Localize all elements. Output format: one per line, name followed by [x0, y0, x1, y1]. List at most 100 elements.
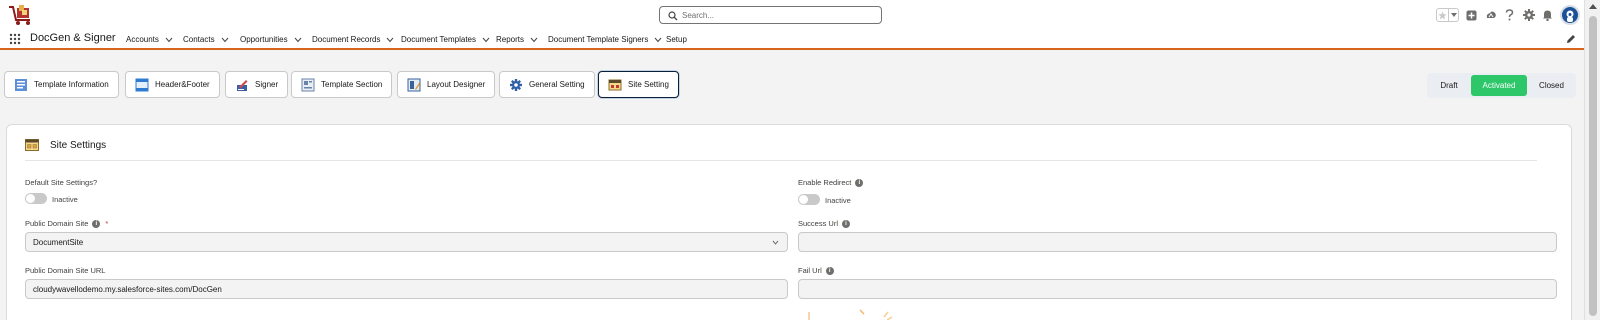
chevron-down-icon[interactable]: [221, 37, 229, 43]
nav-item-label: Document Templates: [401, 35, 476, 44]
success-url-field[interactable]: [798, 232, 1557, 252]
chevron-down-icon: [772, 240, 779, 245]
layout-designer-icon: [407, 78, 421, 91]
tab-site-setting[interactable]: Site Setting: [598, 71, 679, 98]
signer-icon: [237, 79, 248, 91]
nav-item-contacts[interactable]: Contacts: [183, 35, 229, 44]
site-settings-card: Site Settings Default Site Settings? Ina…: [6, 124, 1572, 320]
public-domain-site-url-label: Public Domain Site URL: [25, 266, 105, 275]
public-domain-site-select[interactable]: DocumentSite: [25, 232, 788, 252]
chevron-down-icon[interactable]: [165, 37, 173, 43]
nav-item-document-records[interactable]: Document Records: [312, 35, 394, 44]
global-search-input[interactable]: Search...: [659, 6, 882, 24]
favorite-star-icon[interactable]: [1437, 9, 1448, 21]
field-label-text: Public Domain Site URL: [25, 266, 106, 275]
enable-redirect-state: Inactive: [825, 196, 851, 205]
page-scrollbar[interactable]: [1584, 0, 1600, 320]
template-status-group: Draft Activated Closed: [1427, 73, 1576, 98]
info-icon[interactable]: i: [92, 219, 101, 228]
scroll-up-arrow-icon[interactable]: [1589, 4, 1597, 9]
card-title: Site Settings: [50, 139, 107, 151]
nav-item-document-template-signers[interactable]: Document Template Signers: [548, 35, 662, 44]
tab-label: Template Section: [321, 80, 383, 89]
header-actions: [1436, 5, 1580, 25]
info-icon[interactable]: i: [825, 266, 834, 275]
trailhead-icon[interactable]: [1484, 9, 1497, 22]
edit-nav-pencil-icon[interactable]: [1566, 34, 1576, 44]
select-value: DocumentSite: [33, 237, 84, 247]
field-label-text: Default Site Settings?: [25, 178, 98, 187]
status-draft-button[interactable]: Draft: [1427, 75, 1471, 96]
success-url-label: Success Url i: [798, 219, 851, 228]
tab-layout-designer[interactable]: Layout Designer: [397, 71, 496, 98]
info-icon[interactable]: i: [855, 178, 864, 187]
field-label-text: Public Domain Site: [25, 219, 89, 228]
nav-item-label: Document Records: [312, 35, 381, 44]
chevron-down-icon[interactable]: [482, 37, 490, 43]
nav-item-setup[interactable]: Setup: [666, 35, 687, 44]
template-section-icon: [301, 78, 315, 91]
card-header: Site Settings: [25, 136, 1537, 161]
tab-template-information[interactable]: Template Information: [4, 71, 119, 98]
enable-redirect-label: Enable Redirect i: [798, 178, 864, 187]
chevron-down-icon[interactable]: [386, 37, 394, 43]
fail-url-field[interactable]: [798, 279, 1557, 299]
nav-item-document-templates[interactable]: Document Templates: [401, 35, 490, 44]
fail-url-label: Fail Url i: [798, 266, 834, 275]
tab-general-setting[interactable]: General Setting: [499, 71, 595, 98]
search-placeholder: Search...: [682, 11, 715, 20]
status-closed-button[interactable]: Closed: [1527, 75, 1576, 96]
site-setting-icon: [608, 79, 622, 90]
cart-logo-icon[interactable]: [8, 3, 34, 27]
public-domain-site-label: Public Domain Site i *: [25, 219, 108, 228]
nav-item-label: Contacts: [183, 35, 215, 44]
field-label-text: Fail Url: [798, 266, 822, 275]
default-site-settings-label: Default Site Settings?: [25, 178, 97, 187]
nav-item-label: Reports: [496, 35, 525, 44]
tab-label: Signer: [255, 80, 279, 89]
tab-label: Header&Footer: [155, 80, 210, 89]
field-label-text: Enable Redirect: [798, 178, 852, 187]
input-value: cloudywavellodemo.my.salesforce-sites.co…: [33, 284, 222, 294]
scrollbar-thumb[interactable]: [1589, 16, 1597, 316]
user-avatar[interactable]: [1560, 5, 1580, 25]
nav-item-opportunities[interactable]: Opportunities: [240, 35, 302, 44]
nav-item-label: Opportunities: [240, 35, 288, 44]
nav-item-label: Accounts: [126, 35, 159, 44]
public-domain-site-url-field[interactable]: cloudywavellodemo.my.salesforce-sites.co…: [25, 279, 788, 299]
chevron-down-icon[interactable]: [654, 37, 662, 43]
nav-item-accounts[interactable]: Accounts: [126, 35, 173, 44]
general-setting-gear-icon: [510, 78, 522, 91]
default-site-settings-toggle[interactable]: [25, 193, 47, 204]
loading-spinner-icon: [808, 309, 893, 320]
global-header: Search...: [0, 0, 1584, 30]
app-launcher-waffle-icon[interactable]: [9, 33, 21, 45]
app-name: DocGen & Signer: [30, 32, 116, 44]
info-icon[interactable]: i: [842, 219, 851, 228]
notifications-bell-icon[interactable]: [1541, 9, 1554, 22]
status-activated-button[interactable]: Activated: [1471, 75, 1527, 96]
site-settings-icon: [25, 139, 39, 151]
nav-item-label: Document Template Signers: [548, 35, 649, 44]
setup-gear-icon[interactable]: [1522, 9, 1535, 22]
field-label-text: Success Url: [798, 219, 839, 228]
chevron-down-icon[interactable]: [530, 37, 538, 43]
favorites-group: [1436, 8, 1459, 22]
tab-label: General Setting: [529, 80, 585, 89]
enable-redirect-toggle[interactable]: [798, 194, 820, 205]
tab-signer[interactable]: Signer: [225, 71, 289, 98]
required-asterisk: *: [105, 219, 109, 228]
help-icon[interactable]: [1503, 9, 1516, 22]
tab-label: Layout Designer: [427, 80, 486, 89]
favorites-menu-chevron-icon[interactable]: [1448, 9, 1458, 21]
app-navigation-bar: DocGen & Signer Accounts Contacts Opport…: [0, 30, 1584, 50]
tab-label: Site Setting: [628, 80, 669, 89]
chevron-down-icon[interactable]: [294, 37, 302, 43]
default-site-settings-state: Inactive: [52, 195, 78, 204]
tab-template-section[interactable]: Template Section: [291, 71, 393, 98]
tab-header-footer[interactable]: Header&Footer: [125, 71, 220, 98]
nav-item-reports[interactable]: Reports: [496, 35, 538, 44]
header-footer-icon: [135, 78, 149, 91]
nav-item-label: Setup: [666, 35, 687, 44]
global-add-icon[interactable]: [1465, 9, 1478, 22]
